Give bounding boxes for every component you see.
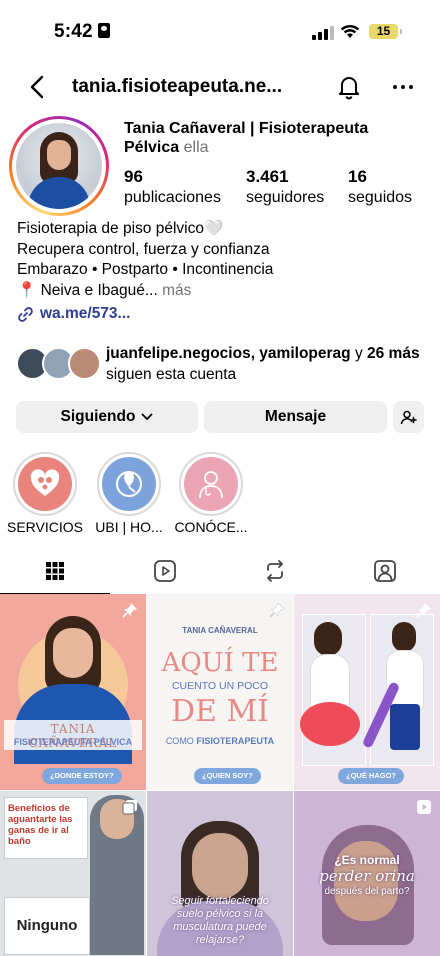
post-tile[interactable]: TANIA CAÑAVERAL AQUÍ TE CUENTO UN POCO D…: [147, 594, 293, 790]
post-tile[interactable]: ¿QUÉ HAGO?: [294, 594, 440, 790]
carousel-icon: [122, 800, 137, 815]
post-caption: ¿Es normal: [334, 853, 400, 867]
reels-icon: [154, 560, 176, 582]
highlight-conoceme[interactable]: CONÓCE...: [174, 452, 248, 535]
post-line: COMO FISIOTERAPEUTA: [165, 736, 275, 746]
bio-line: 📍 Neiva e Ibagué...: [17, 281, 158, 299]
bio-more-link[interactable]: más: [162, 282, 191, 299]
profile-tabs: [0, 548, 440, 594]
post-tile[interactable]: ¿Es normal perder orina después del part…: [294, 791, 440, 956]
highlight-label: CONÓCE...: [174, 519, 248, 535]
post-caption: perder orina: [319, 867, 415, 885]
bio-line: Fisioterapia de piso pélvico🤍: [17, 220, 224, 237]
notification-bell-icon[interactable]: [336, 74, 362, 100]
mutual-avatar: [68, 347, 101, 380]
post-tile[interactable]: Beneficios de aguantarte las ganas de ir…: [0, 791, 146, 956]
mutual-avatars: [16, 347, 101, 381]
profile-bio: Fisioterapia de piso pélvico🤍 Recupera c…: [17, 219, 427, 301]
stat-following[interactable]: 16 seguidos: [348, 167, 412, 209]
profile-pronoun: ella: [183, 139, 209, 156]
link-icon: [18, 306, 33, 322]
post-caption: Seguir fortaleciendo suelo pélvico si la…: [171, 895, 269, 946]
post-caption: después del parto?: [324, 886, 410, 897]
post-line: CUENTO UN POCO: [171, 680, 269, 692]
highlight-ubicacion[interactable]: UBI | HO...: [95, 452, 163, 535]
status-bar: 5:42 15: [0, 0, 440, 62]
heart-family-icon: [30, 469, 60, 496]
suggest-people-button[interactable]: [393, 401, 424, 433]
pinned-icon: [269, 602, 285, 618]
tab-posts[interactable]: [0, 548, 110, 594]
bio-line: Recupera control, fuerza y confianza: [17, 240, 270, 258]
highlight-cover: [184, 457, 238, 511]
profile-display-name: Tania Cañaveral | Fisioterapeuta Pélvica…: [124, 120, 369, 156]
highlight-label: UBI | HO...: [95, 519, 163, 535]
post-tile[interactable]: Seguir fortaleciendo suelo pélvico si la…: [147, 791, 293, 956]
wifi-icon: [340, 24, 360, 38]
profile-link[interactable]: wa.me/573...: [17, 305, 130, 323]
stat-followers[interactable]: 3.461 seguidores: [246, 167, 324, 209]
followed-by-text: juanfelipe.negocios, yamiloperag y 26 má…: [106, 345, 420, 383]
status-time: 5:42: [54, 21, 110, 43]
post-brand: TANIA CAÑAVERAL: [182, 626, 258, 635]
tab-reposts[interactable]: [220, 548, 330, 594]
more-options-icon[interactable]: [390, 74, 416, 100]
post-pill: ¿QUÉ HAGO?: [338, 768, 404, 784]
profile-stats: 96 publicaciones 3.461 seguidores 16 seguid…: [124, 167, 434, 211]
post-heading: AQUÍ TE: [161, 648, 279, 678]
message-button[interactable]: Mensaje: [204, 401, 387, 433]
bio-line: Embarazo • Postparto • Incontinencia: [17, 261, 274, 278]
highlight-servicios[interactable]: SERVICIOS: [7, 452, 83, 535]
highlight-cover: [102, 457, 156, 511]
cellular-signal-icon: [312, 26, 334, 40]
post-tile[interactable]: TANIA CAÑAVERAL FISIOTERAPEUTA PÉLVICA ¿…: [0, 594, 146, 790]
post-word: Ninguno: [16, 917, 78, 934]
grid-icon: [46, 562, 64, 580]
highlight-label: SERVICIOS: [7, 519, 83, 535]
following-button[interactable]: Siguiendo: [16, 401, 198, 433]
stat-posts[interactable]: 96 publicaciones: [124, 167, 221, 209]
posts-grid: TANIA CAÑAVERAL FISIOTERAPEUTA PÉLVICA ¿…: [0, 594, 440, 956]
pinned-icon: [416, 603, 431, 618]
tab-reels[interactable]: [110, 548, 220, 594]
pinned-icon: [122, 603, 137, 618]
profile-avatar[interactable]: [9, 116, 109, 216]
post-pill: ¿QUIEN SOY?: [194, 768, 261, 784]
location-clock-icon: [116, 471, 142, 497]
post-pill: ¿DONDE ESTOY?: [42, 768, 122, 784]
post-heading: DE MÍ: [170, 694, 270, 729]
followed-by[interactable]: juanfelipe.negocios, yamiloperag y 26 má…: [16, 344, 426, 384]
back-arrow-icon[interactable]: [26, 74, 50, 100]
battery-indicator: 15: [369, 24, 402, 39]
therapist-icon: [199, 471, 223, 499]
repost-icon: [267, 560, 283, 582]
focus-badge-icon: [97, 23, 110, 38]
chevron-down-icon: [142, 413, 153, 420]
add-person-icon: [400, 410, 417, 424]
tab-tagged[interactable]: [330, 548, 440, 594]
reel-play-icon: [417, 800, 431, 814]
header-username: tania.fisioteapeuta.ne...: [72, 76, 283, 97]
avatar-photo: [16, 123, 102, 209]
highlight-cover: [18, 457, 72, 511]
post-note: Beneficios de aguantarte las ganas de ir…: [8, 803, 73, 847]
profile-header-bar: tania.fisioteapeuta.ne...: [0, 62, 440, 112]
tagged-person-icon: [374, 560, 396, 582]
post-subtitle: FISIOTERAPEUTA PÉLVICA: [13, 737, 133, 747]
